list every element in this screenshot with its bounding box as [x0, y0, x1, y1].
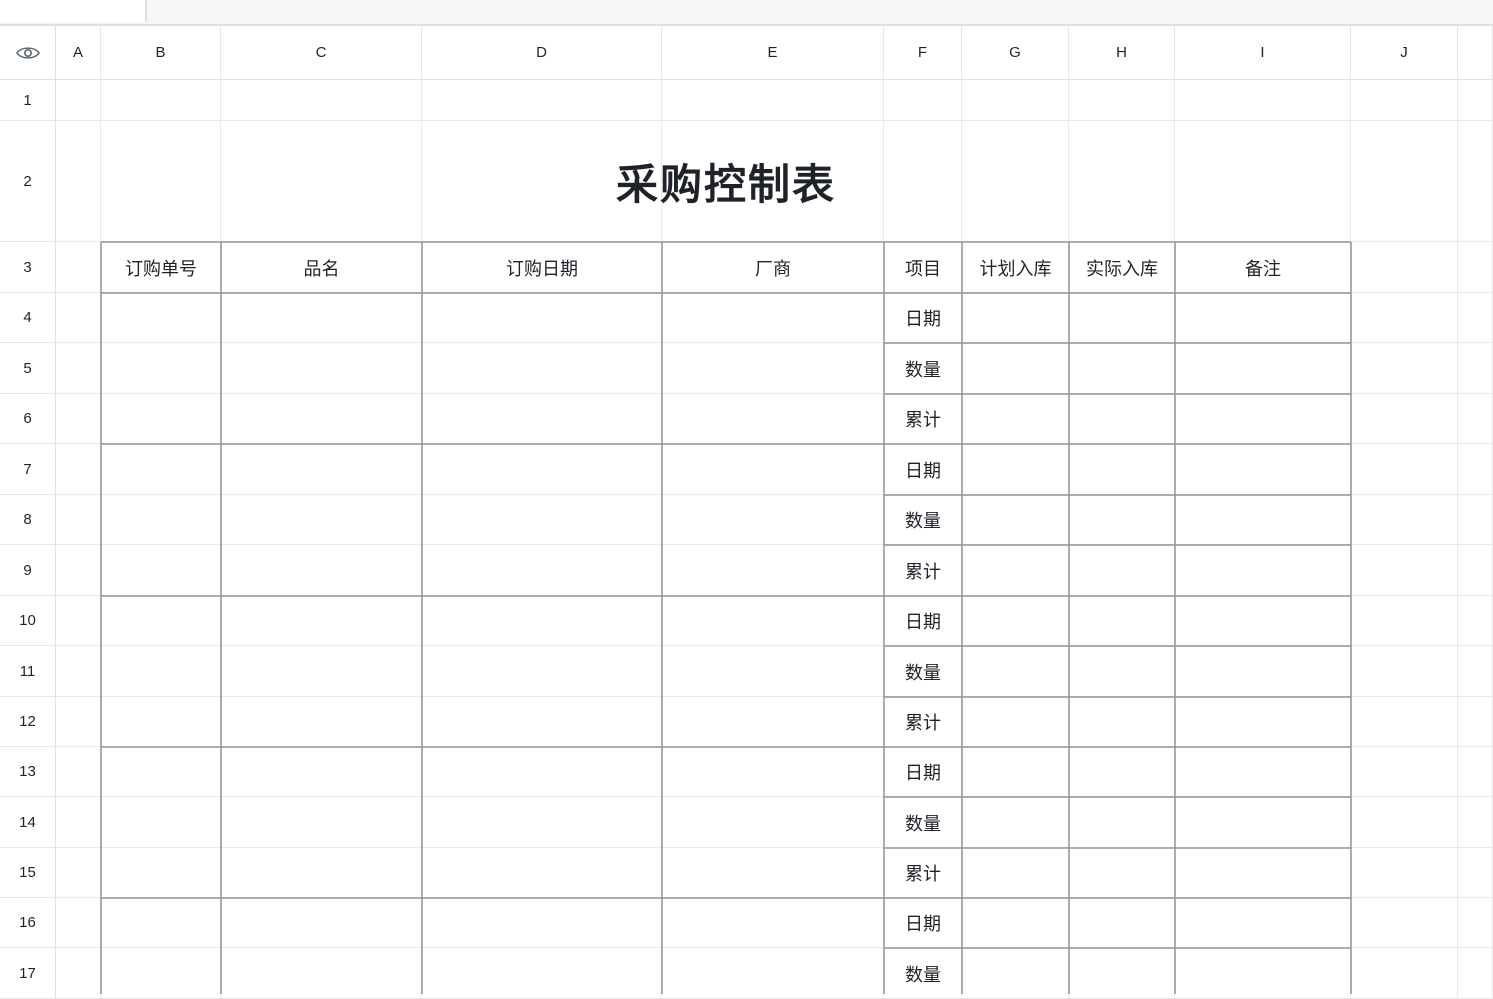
item-label-cell: 日期 — [905, 914, 941, 935]
item-label-cell: 累计 — [905, 864, 941, 885]
item-label-cell: 累计 — [905, 561, 941, 583]
item-label-cell: 数量 — [905, 662, 941, 684]
table-header-cell: 实际入库 — [1086, 258, 1158, 280]
item-label-cell: 日期 — [905, 763, 941, 784]
table-header-cell: 计划入库 — [979, 258, 1052, 280]
table-header-cell: 品名 — [303, 258, 340, 280]
table-header-cell: 厂商 — [755, 258, 791, 280]
item-label-cell: 数量 — [905, 813, 941, 835]
table-header-cell: 项目 — [905, 258, 941, 280]
item-label-cell: 数量 — [905, 359, 941, 381]
item-label-cell: 数量 — [905, 511, 941, 532]
sheet-title: 采购控制表 — [615, 160, 836, 209]
item-label-cell: 数量 — [905, 964, 941, 986]
table-header-cell: 订购日期 — [506, 258, 578, 280]
table-header-cell: 订购单号 — [125, 258, 197, 280]
item-label-cell: 累计 — [905, 410, 941, 431]
item-label-cell: 日期 — [905, 612, 941, 633]
item-label-cell: 累计 — [905, 713, 941, 734]
table-header-cell: 备注 — [1245, 258, 1281, 280]
item-label-cell: 日期 — [905, 460, 941, 482]
item-label-cell: 日期 — [905, 309, 941, 330]
